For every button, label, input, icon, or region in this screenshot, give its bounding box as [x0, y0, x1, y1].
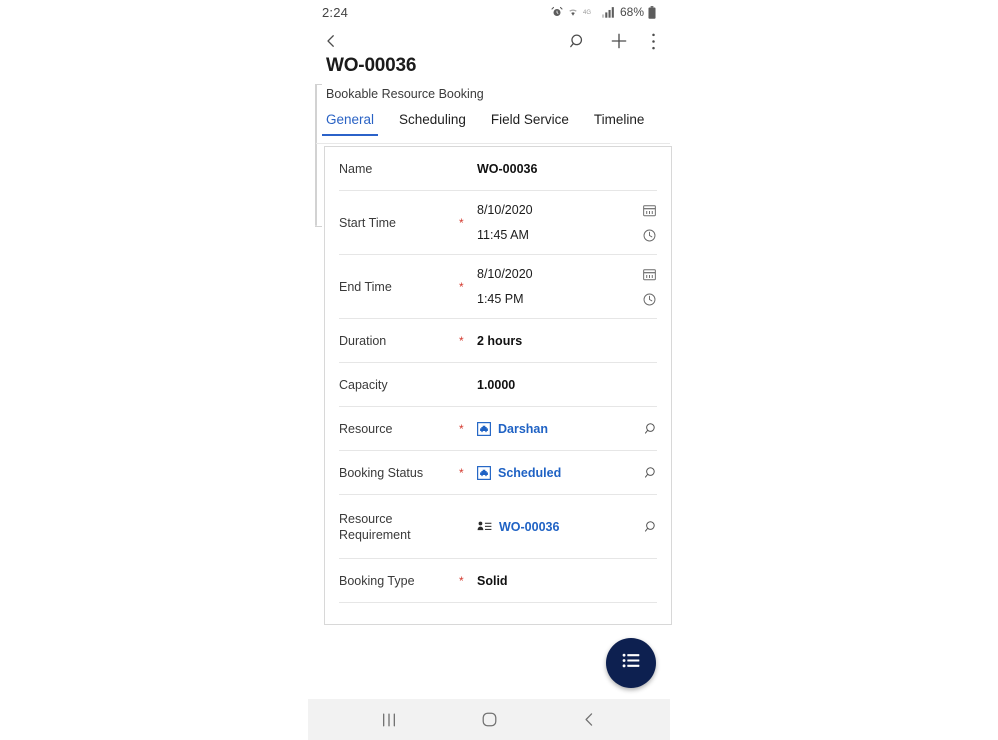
floating-action-button[interactable] [606, 638, 656, 688]
field-row-end-time[interactable]: End Time * 8/10/2020 1:45 PM [325, 255, 671, 318]
lookup-search-icon[interactable] [643, 519, 659, 535]
clock-icon[interactable] [642, 292, 657, 307]
field-value-resource-requirement[interactable]: WO-00036 [499, 520, 559, 534]
record-header: WO-00036 Bookable Resource Booking [308, 54, 670, 104]
clock-icon[interactable] [642, 228, 657, 243]
field-value-wrap-booking-type: Solid [477, 573, 659, 589]
app-bar [308, 24, 670, 58]
tab-strip-baseline [316, 143, 670, 144]
field-required-end-time: * [459, 279, 464, 294]
form-card: Name WO-00036 Start Time * 8/10/2020 11:… [324, 146, 672, 625]
resource-requirement-icon [477, 520, 492, 533]
status-bar-clock: 2:24 [322, 4, 349, 20]
field-value-name: WO-00036 [477, 161, 538, 176]
status-bar: 2:24 4G 68% [308, 0, 670, 24]
field-label-capacity: Capacity [339, 377, 388, 392]
field-label-duration: Duration [339, 333, 387, 348]
field-value-capacity: 1.0000 [477, 377, 516, 392]
field-required-booking-status: * [459, 465, 464, 480]
record-entity-subtitle: Bookable Resource Booking [326, 87, 484, 101]
tab-timeline[interactable]: Timeline [594, 112, 645, 136]
lte-4g-icon: 4G [583, 7, 598, 17]
end-time-date-line: 8/10/2020 [477, 267, 659, 282]
field-value-duration: 2 hours [477, 333, 523, 348]
back-icon[interactable] [322, 32, 340, 50]
battery-percent-label: 68% [619, 5, 644, 19]
field-value-wrap-resource: Darshan [477, 422, 637, 436]
page-title: WO-00036 [326, 55, 417, 76]
field-label-resource: Resource [339, 421, 393, 436]
vertical-scrollbar[interactable] [315, 84, 317, 226]
plus-icon[interactable] [609, 31, 629, 51]
field-label-end-time: End Time [339, 279, 392, 294]
field-value-booking-status[interactable]: Scheduled [498, 466, 561, 480]
field-row-resource-requirement[interactable]: Resource Requirement WO-00036 [325, 495, 671, 558]
field-label-resource-requirement: Resource Requirement [339, 511, 411, 542]
field-value-resource[interactable]: Darshan [498, 422, 548, 436]
field-value-wrap-resource-requirement: WO-00036 [477, 520, 637, 534]
tab-strip: General Scheduling Field Service Timelin… [308, 112, 670, 144]
field-value-wrap-capacity: 1.0000 [477, 377, 659, 393]
field-row-resource[interactable]: Resource * Darshan [325, 407, 671, 450]
lookup-resource[interactable]: Darshan [477, 422, 637, 436]
field-value-wrap-name: WO-00036 [477, 161, 659, 177]
field-row-booking-type[interactable]: Booking Type * Solid [325, 559, 671, 602]
field-value-start-date: 8/10/2020 [477, 203, 533, 217]
nav-back-icon[interactable] [581, 711, 598, 728]
bookable-resource-icon [477, 421, 491, 436]
field-row-name[interactable]: Name WO-00036 [325, 147, 671, 190]
field-required-start-time: * [459, 215, 464, 230]
field-value-booking-type: Solid [477, 573, 508, 588]
lookup-search-icon[interactable] [643, 421, 659, 437]
field-value-end-date: 8/10/2020 [477, 267, 533, 281]
divider [339, 602, 657, 603]
lookup-search-icon[interactable] [643, 465, 659, 481]
field-value-wrap-booking-status: Scheduled [477, 466, 637, 480]
booking-status-icon [477, 465, 491, 480]
field-value-wrap-start-time: 8/10/2020 11:45 AM [477, 203, 659, 243]
start-time-time-line: 11:45 AM [477, 228, 659, 243]
nav-home-icon[interactable] [481, 711, 498, 728]
lookup-resource-requirement[interactable]: WO-00036 [477, 520, 637, 534]
field-label-start-time: Start Time [339, 215, 396, 230]
field-value-wrap-duration: 2 hours [477, 333, 659, 349]
wifi-icon [567, 6, 579, 18]
alarm-icon [551, 6, 563, 18]
field-label-name: Name [339, 161, 373, 176]
field-required-booking-type: * [459, 573, 464, 588]
field-label-booking-type: Booking Type [339, 573, 415, 588]
field-row-booking-status[interactable]: Booking Status * Scheduled [325, 451, 671, 494]
list-menu-icon [621, 650, 642, 676]
field-value-wrap-end-time: 8/10/2020 1:45 PM [477, 267, 659, 307]
lookup-booking-status[interactable]: Scheduled [477, 466, 637, 480]
tab-field-service[interactable]: Field Service [491, 112, 569, 136]
android-nav-bar [308, 699, 670, 740]
status-bar-icons: 4G 68% [551, 5, 656, 19]
app-bar-actions [568, 31, 656, 51]
field-row-duration[interactable]: Duration * 2 hours [325, 319, 671, 362]
nav-recents-icon[interactable] [380, 712, 398, 728]
field-required-duration: * [459, 333, 464, 348]
field-label-booking-status: Booking Status [339, 465, 424, 480]
field-row-start-time[interactable]: Start Time * 8/10/2020 11:45 AM [325, 191, 671, 254]
tab-general[interactable]: General [321, 112, 379, 136]
field-required-resource: * [459, 421, 464, 436]
field-value-end-time: 1:45 PM [477, 292, 524, 306]
phone-viewport: 2:24 4G 68% WO-00036 Bookable Resource B… [308, 0, 672, 740]
field-value-start-time: 11:45 AM [477, 228, 529, 242]
scrollbar-cap-top [315, 84, 322, 85]
signal-bars-icon [601, 6, 615, 18]
scrollbar-cap-bottom [315, 226, 322, 227]
tab-scheduling[interactable]: Scheduling [399, 112, 466, 136]
end-time-time-line: 1:45 PM [477, 292, 659, 307]
calendar-icon[interactable] [642, 203, 657, 218]
svg-text:4G: 4G [583, 10, 591, 16]
field-row-capacity[interactable]: Capacity 1.0000 [325, 363, 671, 406]
battery-icon [648, 5, 656, 19]
more-vertical-icon[interactable] [651, 32, 656, 51]
search-icon[interactable] [568, 32, 587, 51]
screenshot-root: 2:24 4G 68% WO-00036 Bookable Resource B… [0, 0, 998, 740]
calendar-icon[interactable] [642, 267, 657, 282]
start-time-date-line: 8/10/2020 [477, 203, 659, 218]
